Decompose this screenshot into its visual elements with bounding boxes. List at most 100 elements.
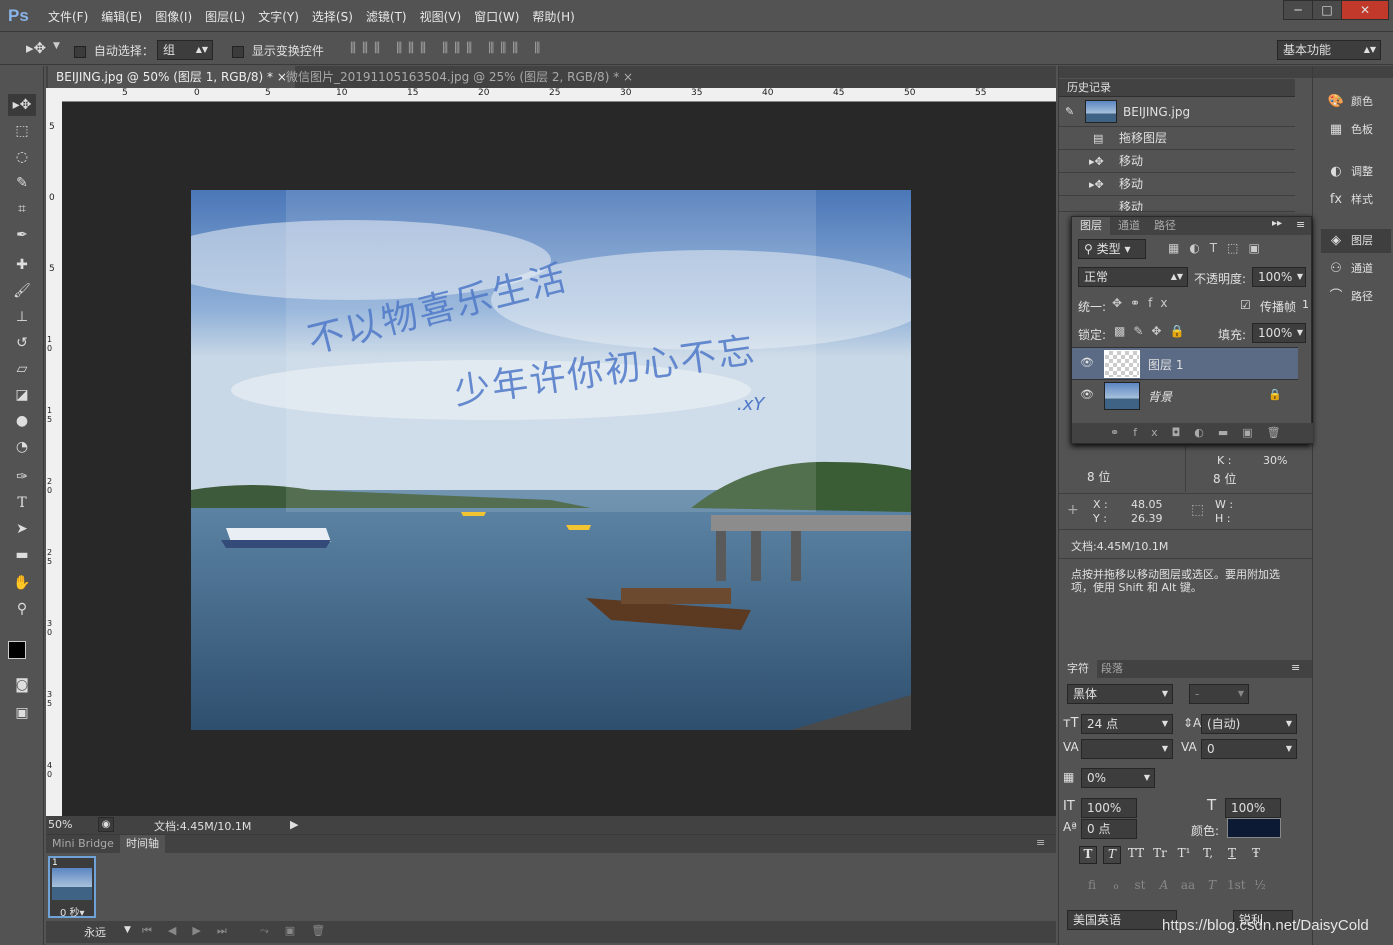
- playback-controls-icon[interactable]: ⏮◀▶⏭: [142, 924, 243, 938]
- lock-icons[interactable]: ▩✎✥🔒: [1114, 324, 1192, 338]
- panel-menu-icon[interactable]: ≡: [1036, 836, 1045, 849]
- faux-italic-button[interactable]: T: [1103, 846, 1121, 864]
- healing-brush-tool-icon[interactable]: ✚: [8, 254, 36, 276]
- horizontal-scale-input[interactable]: 100%: [1225, 798, 1281, 818]
- pen-tool-icon[interactable]: ✑: [8, 466, 36, 488]
- ruler-vertical[interactable]: 5 0 5 10 15 20 25 30 35 40: [46, 88, 62, 816]
- panel-menu-icon[interactable]: ≡: [1291, 661, 1300, 674]
- chevron-down-icon[interactable]: ▼: [124, 925, 131, 935]
- tsume-input[interactable]: 0% ▼: [1081, 768, 1155, 788]
- panel-layers[interactable]: ◈ 图层: [1321, 229, 1391, 253]
- menu-window[interactable]: 窗口(W): [474, 8, 519, 25]
- tab-paragraph[interactable]: 段落: [1095, 660, 1129, 678]
- ordinals-button[interactable]: 1st: [1227, 878, 1246, 892]
- close-tab-icon[interactable]: ×: [623, 70, 633, 84]
- opacity-input[interactable]: 100% ▼: [1252, 267, 1306, 287]
- frame-delay[interactable]: 0 秒▾: [60, 904, 85, 919]
- panel-collapse-bar[interactable]: [1059, 66, 1313, 78]
- restore-button[interactable]: □: [1312, 0, 1342, 20]
- brush-tool-icon[interactable]: 🖌: [8, 280, 36, 302]
- move-tool-icon[interactable]: ▸✥: [8, 94, 36, 116]
- chevron-down-icon[interactable]: ▼: [53, 41, 60, 51]
- marquee-tool-icon[interactable]: ⬚: [8, 120, 36, 142]
- menu-layer[interactable]: 图层(L): [205, 8, 245, 25]
- history-item[interactable]: ▸✥ 移动: [1059, 173, 1295, 196]
- layer-row[interactable]: 👁 背景 🔒: [1072, 379, 1298, 411]
- tab-channels[interactable]: 通道: [1112, 217, 1146, 235]
- underline-button[interactable]: T: [1223, 846, 1241, 864]
- filter-icons[interactable]: ▦◐T⬚▣: [1168, 241, 1270, 255]
- fill-input[interactable]: 100% ▼: [1252, 323, 1306, 343]
- eye-icon[interactable]: 👁: [1080, 356, 1094, 369]
- menu-select[interactable]: 选择(S): [312, 8, 353, 25]
- small-caps-button[interactable]: Tr: [1151, 846, 1169, 864]
- tab-paths[interactable]: 路径: [1148, 217, 1182, 235]
- move-tool-preset-icon[interactable]: ▸✥: [26, 39, 46, 57]
- layer-filter-dropdown[interactable]: ⚲ 类型 ▾: [1078, 239, 1146, 259]
- type-tool-icon[interactable]: T: [8, 492, 36, 514]
- workspace-dropdown[interactable]: 基本功能 ▲▼: [1277, 40, 1381, 60]
- layer-name[interactable]: 背景: [1148, 388, 1172, 405]
- layer-footer-icons[interactable]: ⚭fx◘◐▬▣🗑: [1072, 423, 1313, 443]
- dodge-tool-icon[interactable]: ◔: [8, 436, 36, 458]
- panel-paths[interactable]: ⌒ 路径: [1321, 285, 1391, 309]
- status-menu-arrow-icon[interactable]: ▶: [290, 818, 298, 831]
- menu-view[interactable]: 视图(V): [420, 8, 462, 25]
- subscript-button[interactable]: T,: [1199, 846, 1217, 864]
- frame-actions-icon[interactable]: ⤳▣🗑: [260, 924, 341, 938]
- loop-option[interactable]: 永远: [84, 924, 106, 940]
- hand-tool-icon[interactable]: ✋: [8, 572, 36, 594]
- menu-file[interactable]: 文件(F): [48, 8, 88, 25]
- font-size-input[interactable]: 24 点 ▼: [1081, 714, 1173, 734]
- panel-adjustments[interactable]: ◐ 调整: [1321, 160, 1391, 184]
- unify-icons[interactable]: ✥⚭fx: [1112, 296, 1175, 310]
- screen-mode-icon[interactable]: ▣: [8, 702, 36, 724]
- history-brush-tool-icon[interactable]: ↺: [8, 332, 36, 354]
- panel-color[interactable]: 🎨 颜色: [1321, 90, 1391, 114]
- history-item[interactable]: ▸✥ 移动: [1059, 150, 1295, 173]
- eyedropper-tool-icon[interactable]: ✒: [8, 224, 36, 246]
- propagate-checkbox[interactable]: ☑: [1240, 298, 1251, 312]
- panel-collapse-bar[interactable]: [1313, 66, 1393, 78]
- tab-character[interactable]: 字符: [1059, 660, 1097, 678]
- path-select-tool-icon[interactable]: ➤: [8, 518, 36, 540]
- history-title[interactable]: 历史记录: [1059, 79, 1295, 97]
- close-window-button[interactable]: ✕: [1341, 0, 1389, 20]
- stylistic-alternates-button[interactable]: aa: [1179, 878, 1197, 892]
- superscript-button[interactable]: T¹: [1175, 846, 1193, 864]
- menu-help[interactable]: 帮助(H): [532, 8, 574, 25]
- lasso-tool-icon[interactable]: ◌: [8, 146, 36, 168]
- rectangle-tool-icon[interactable]: ▬: [8, 544, 36, 566]
- panel-styles[interactable]: fx 样式: [1321, 188, 1391, 212]
- zoom-level[interactable]: 50%: [48, 818, 72, 831]
- swash-button[interactable]: A: [1155, 878, 1173, 892]
- tab-wechat-image[interactable]: 微信图片_20191105163504.jpg @ 25% (图层 2, RGB…: [278, 66, 641, 88]
- layer-name[interactable]: 图层 1: [1148, 356, 1183, 373]
- eraser-tool-icon[interactable]: ▱: [8, 358, 36, 380]
- auto-select-dropdown[interactable]: 组 ▲▼: [157, 40, 213, 60]
- blend-mode-dropdown[interactable]: 正常 ▲▼: [1078, 267, 1188, 287]
- panel-channels[interactable]: ⚇ 通道: [1321, 257, 1391, 281]
- ruler-horizontal[interactable]: 5 0 5 10 15 20 25 30 35 40 45 50 55: [62, 88, 1056, 102]
- tab-timeline[interactable]: 时间轴: [120, 835, 165, 853]
- zoom-tool-icon[interactable]: ⚲: [8, 598, 36, 620]
- kerning-input[interactable]: ▼: [1081, 739, 1173, 759]
- strikethrough-button[interactable]: Ŧ: [1247, 846, 1265, 864]
- tab-layers[interactable]: 图层: [1072, 217, 1110, 235]
- vertical-scale-input[interactable]: 100%: [1081, 798, 1137, 818]
- menu-edit[interactable]: 编辑(E): [101, 8, 142, 25]
- tracking-input[interactable]: 0 ▼: [1201, 739, 1297, 759]
- blur-tool-icon[interactable]: ●: [8, 410, 36, 432]
- leading-input[interactable]: (自动) ▼: [1201, 714, 1297, 734]
- quick-mask-icon[interactable]: ◙: [8, 674, 36, 696]
- old-style-button[interactable]: ℴ: [1107, 878, 1125, 892]
- tab-beijing[interactable]: BEIJING.jpg @ 50% (图层 1, RGB/8) * ×: [48, 66, 295, 88]
- foreground-color-swatch[interactable]: [8, 641, 26, 659]
- history-item[interactable]: 移动: [1059, 196, 1295, 212]
- panel-menu-icon[interactable]: ≡: [1296, 218, 1305, 231]
- faux-bold-button[interactable]: T: [1079, 846, 1097, 864]
- status-info-icon[interactable]: ◉: [98, 817, 114, 832]
- minimize-button[interactable]: ─: [1283, 0, 1313, 20]
- discretionary-ligature-button[interactable]: st: [1131, 878, 1149, 892]
- layer-row-selected[interactable]: 👁 图层 1: [1072, 347, 1298, 379]
